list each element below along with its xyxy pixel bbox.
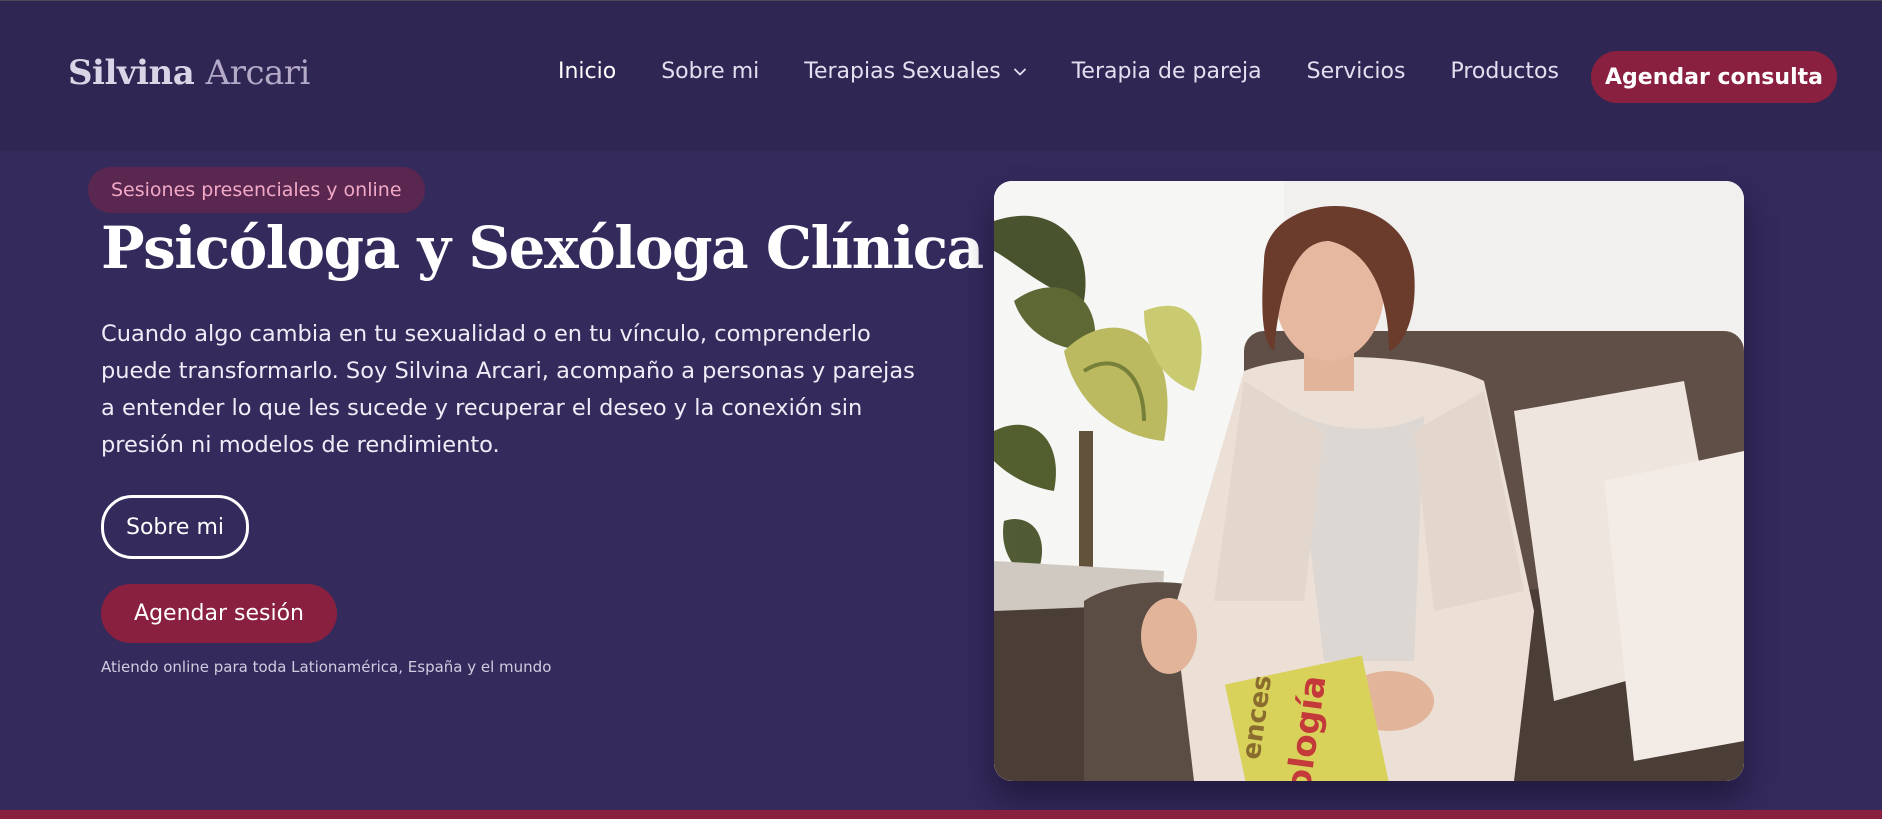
- therapist-photo-illustration: ences ología: [994, 181, 1744, 781]
- agendar-sesion-button[interactable]: Agendar sesión: [101, 584, 337, 643]
- nav-item-terapia-de-pareja[interactable]: Terapia de pareja: [1072, 59, 1262, 84]
- brand-name-first: Silvina: [68, 53, 195, 93]
- therapist-photo: ences ología: [994, 181, 1744, 781]
- bottom-accent-bar: [0, 810, 1882, 819]
- sobre-mi-button[interactable]: Sobre mi: [101, 495, 249, 559]
- brand-name-last: Arcari: [205, 53, 311, 93]
- nav-item-productos[interactable]: Productos: [1450, 59, 1558, 84]
- hero-description: Cuando algo cambia en tu sexualidad o en…: [101, 321, 915, 458]
- main-nav: Inicio Sobre mi Terapias Sexuales Terapi…: [558, 59, 1604, 84]
- hero-title: Psicóloga y Sexóloga Clínica: [101, 214, 984, 282]
- nav-item-inicio[interactable]: Inicio: [558, 59, 616, 84]
- nav-item-servicios[interactable]: Servicios: [1307, 59, 1406, 84]
- nav-item-terapias-sexuales[interactable]: Terapias Sexuales: [804, 59, 1026, 84]
- brand-logo[interactable]: Silvina Arcari: [68, 53, 310, 93]
- nav-item-sobre-mi[interactable]: Sobre mi: [661, 59, 759, 84]
- site-header: Silvina Arcari Inicio Sobre mi Terapias …: [0, 0, 1882, 151]
- agendar-consulta-button[interactable]: Agendar consulta: [1591, 51, 1837, 103]
- sessions-badge: Sesiones presenciales y online: [88, 167, 425, 213]
- online-note: Atiendo online para toda Lationamérica, …: [101, 658, 552, 676]
- nav-item-terapias-sexuales-label: Terapias Sexuales: [804, 59, 1001, 84]
- chevron-down-icon: [1013, 68, 1026, 75]
